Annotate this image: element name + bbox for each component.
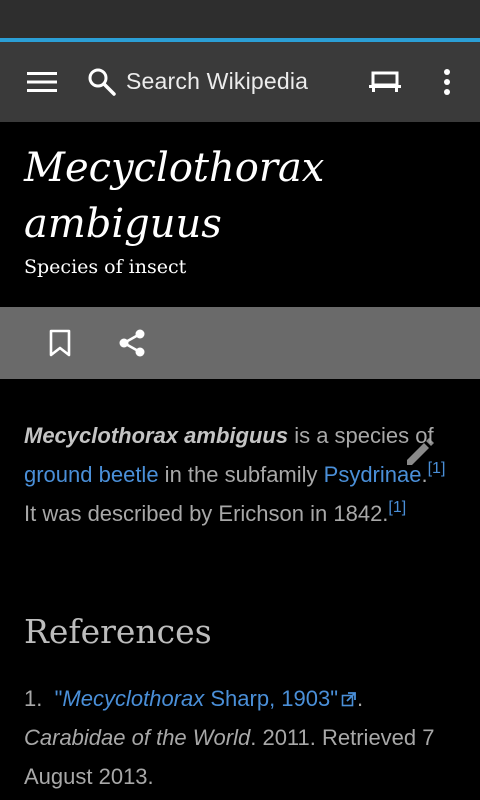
reference-link-rest: Sharp, 1903"	[204, 686, 339, 711]
page-title: Mecyclothorax ambiguus	[24, 145, 325, 247]
lead-text-2: in the subfamily	[158, 462, 324, 487]
app-toolbar: Search Wikipedia	[0, 42, 480, 122]
reference-number: 1.	[24, 686, 43, 711]
search-input[interactable]: Search Wikipedia	[126, 42, 308, 122]
bookmark-icon[interactable]	[36, 319, 84, 367]
reading-lists-icon[interactable]	[361, 58, 409, 106]
status-bar	[0, 0, 480, 38]
link-ground-beetle[interactable]: ground beetle	[24, 462, 159, 487]
search-icon[interactable]	[82, 62, 122, 102]
lead-text-4: It was described by Erichson in 1842.	[24, 501, 389, 526]
reference-publication: Carabidae of the World	[24, 725, 251, 750]
share-icon[interactable]	[108, 319, 156, 367]
lead-bold-term: Mecyclothorax ambiguus	[24, 423, 289, 448]
page-action-bar	[0, 307, 480, 379]
reference-after-link: .	[357, 686, 364, 711]
external-link-icon	[341, 692, 356, 707]
page-description: Species of insect	[24, 256, 187, 278]
menu-icon[interactable]	[18, 58, 66, 106]
lead-text-1: is a species of	[288, 423, 434, 448]
lead-paragraph: Mecyclothorax ambiguus is a species of g…	[24, 416, 460, 533]
link-psydrinae[interactable]: Psydrinae	[324, 462, 422, 487]
citation-2[interactable]: [1]	[388, 499, 406, 516]
reference-link[interactable]: "Mecyclothorax Sharp, 1903"	[55, 686, 357, 711]
overflow-menu-icon[interactable]	[423, 58, 471, 106]
references-heading: References	[24, 612, 212, 651]
reference-link-italic: Mecyclothorax	[62, 686, 205, 711]
citation-1[interactable]: [1]	[428, 460, 446, 477]
reference-item: 1. "Mecyclothorax Sharp, 1903". Carabida…	[24, 679, 464, 796]
